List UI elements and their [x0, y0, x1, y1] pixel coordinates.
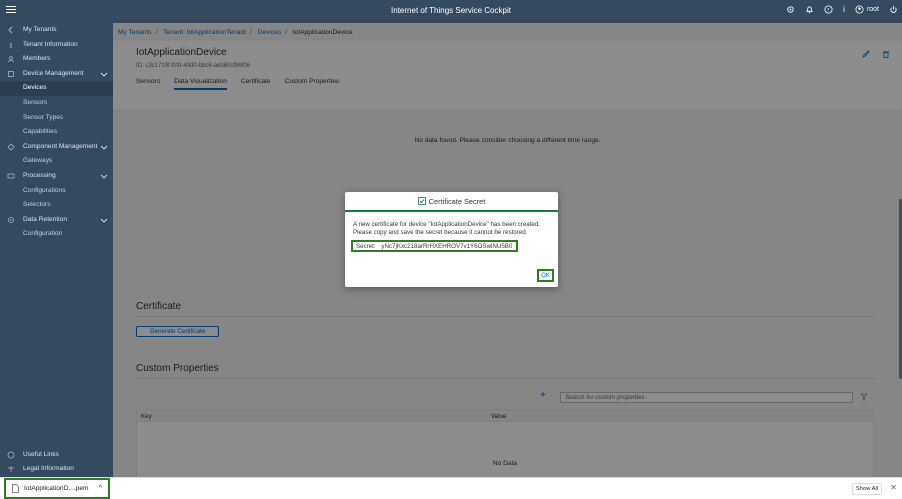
nav-label: My Tenants: [23, 26, 57, 33]
nav-label: Configurations: [23, 186, 66, 194]
app-title: Internet of Things Service Cockpit: [391, 6, 511, 15]
user-menu[interactable]: root: [855, 5, 879, 14]
download-item[interactable]: IotApplicationD....pem ^: [4, 478, 110, 499]
dialog-message: A new certificate for device "IotApplica…: [353, 221, 541, 236]
nav-label: Processing: [23, 171, 56, 179]
logout-power-icon[interactable]: [889, 5, 898, 14]
chevron-down-icon[interactable]: [100, 216, 108, 224]
info-icon: [10, 42, 12, 48]
close-icon[interactable]: ✕: [890, 483, 897, 492]
nav-label: Legal Information: [23, 465, 74, 473]
downloads-bar: IotApplicationD....pem ^ Show All ✕: [0, 477, 902, 499]
chevron-up-icon[interactable]: ^: [99, 480, 102, 497]
nav-my-tenants[interactable]: My Tenants: [0, 23, 113, 38]
side-navigation: My Tenants Tenant Information Members De…: [0, 23, 113, 477]
legal-icon: [8, 466, 14, 473]
secret-label: Secret:: [356, 243, 376, 250]
component-icon: [7, 143, 15, 151]
nav-label: Useful Links: [23, 450, 59, 458]
nav-capabilities[interactable]: Capabilities: [0, 125, 113, 140]
nav-label: Selectors: [23, 201, 51, 209]
download-filename: IotApplicationD....pem: [24, 485, 89, 492]
success-check-icon: [417, 197, 426, 205]
chevron-down-icon[interactable]: [100, 172, 108, 180]
nav-processing[interactable]: Processing: [0, 169, 113, 184]
nav-data-retention[interactable]: Data Retention: [0, 213, 113, 228]
nav-configuration[interactable]: Configuration: [0, 227, 113, 242]
nav-label: Capabilities: [23, 128, 58, 136]
nav-device-management[interactable]: Device Management: [0, 67, 113, 82]
help-icon[interactable]: ?: [824, 5, 833, 14]
user-avatar-icon: [855, 5, 864, 14]
processing-icon: [7, 173, 15, 179]
shell-bar: Internet of Things Service Cockpit ? i r…: [0, 0, 902, 23]
ok-button[interactable]: OK: [537, 269, 554, 282]
user-name: root: [866, 6, 879, 13]
nav-label: Sensor Types: [23, 113, 64, 121]
shell-actions: ? i root: [786, 5, 898, 14]
nav-label: Configuration: [23, 230, 63, 238]
gear-icon: [8, 216, 14, 223]
secret-value[interactable]: yNc7jKxc218arRrHXEHROV7v1Y6OSwlNU5B0: [381, 243, 512, 250]
dialog-title: Certificate Secret: [428, 197, 486, 206]
nav-legal-information[interactable]: Legal Information: [0, 462, 113, 477]
chevron-down-icon[interactable]: [100, 70, 108, 78]
nav-label: Sensors: [23, 98, 48, 106]
dialog-header: Certificate Secret: [345, 192, 558, 212]
nav-members[interactable]: Members: [0, 52, 113, 67]
nav-label: Devices: [23, 84, 47, 92]
nav-tenant-information[interactable]: Tenant Information: [0, 38, 113, 53]
show-all-button[interactable]: Show All: [852, 483, 882, 495]
nav-gateways[interactable]: Gateways: [0, 154, 113, 169]
nav-label: Tenant Information: [23, 40, 78, 48]
nav-useful-links[interactable]: Useful Links: [0, 448, 113, 463]
nav-label: Gateways: [23, 157, 53, 165]
nav-sensors[interactable]: Sensors: [0, 96, 113, 111]
info-icon[interactable]: i: [843, 5, 845, 14]
settings-icon[interactable]: [786, 5, 795, 14]
nav-configurations[interactable]: Configurations: [0, 184, 113, 199]
nav-sensor-types[interactable]: Sensor Types: [0, 111, 113, 126]
certificate-secret-dialog: Certificate Secret A new certificate for…: [345, 192, 558, 287]
help-icon: [7, 451, 15, 459]
file-icon: [12, 484, 19, 493]
nav-label: Data Retention: [23, 215, 67, 223]
nav-label: Component Management: [23, 142, 98, 150]
sidebar-footer: Useful Links Legal Information: [0, 448, 113, 477]
members-icon: [7, 56, 15, 63]
secret-field[interactable]: Secret: yNc7jKxc218arRrHXEHROV7v1Y6OSwlN…: [351, 240, 518, 252]
notification-bell-icon[interactable]: [805, 5, 814, 14]
nav-label: Members: [23, 55, 51, 63]
nav-devices[interactable]: Devices: [0, 81, 113, 96]
chevron-down-icon[interactable]: [100, 143, 108, 151]
back-chevron-icon: [8, 26, 13, 34]
svg-text:?: ?: [827, 7, 830, 13]
nav-component-management[interactable]: Component Management: [0, 140, 113, 155]
device-icon: [8, 70, 14, 77]
nav-label: Device Management: [23, 69, 84, 77]
nav-selectors[interactable]: Selectors: [0, 198, 113, 213]
